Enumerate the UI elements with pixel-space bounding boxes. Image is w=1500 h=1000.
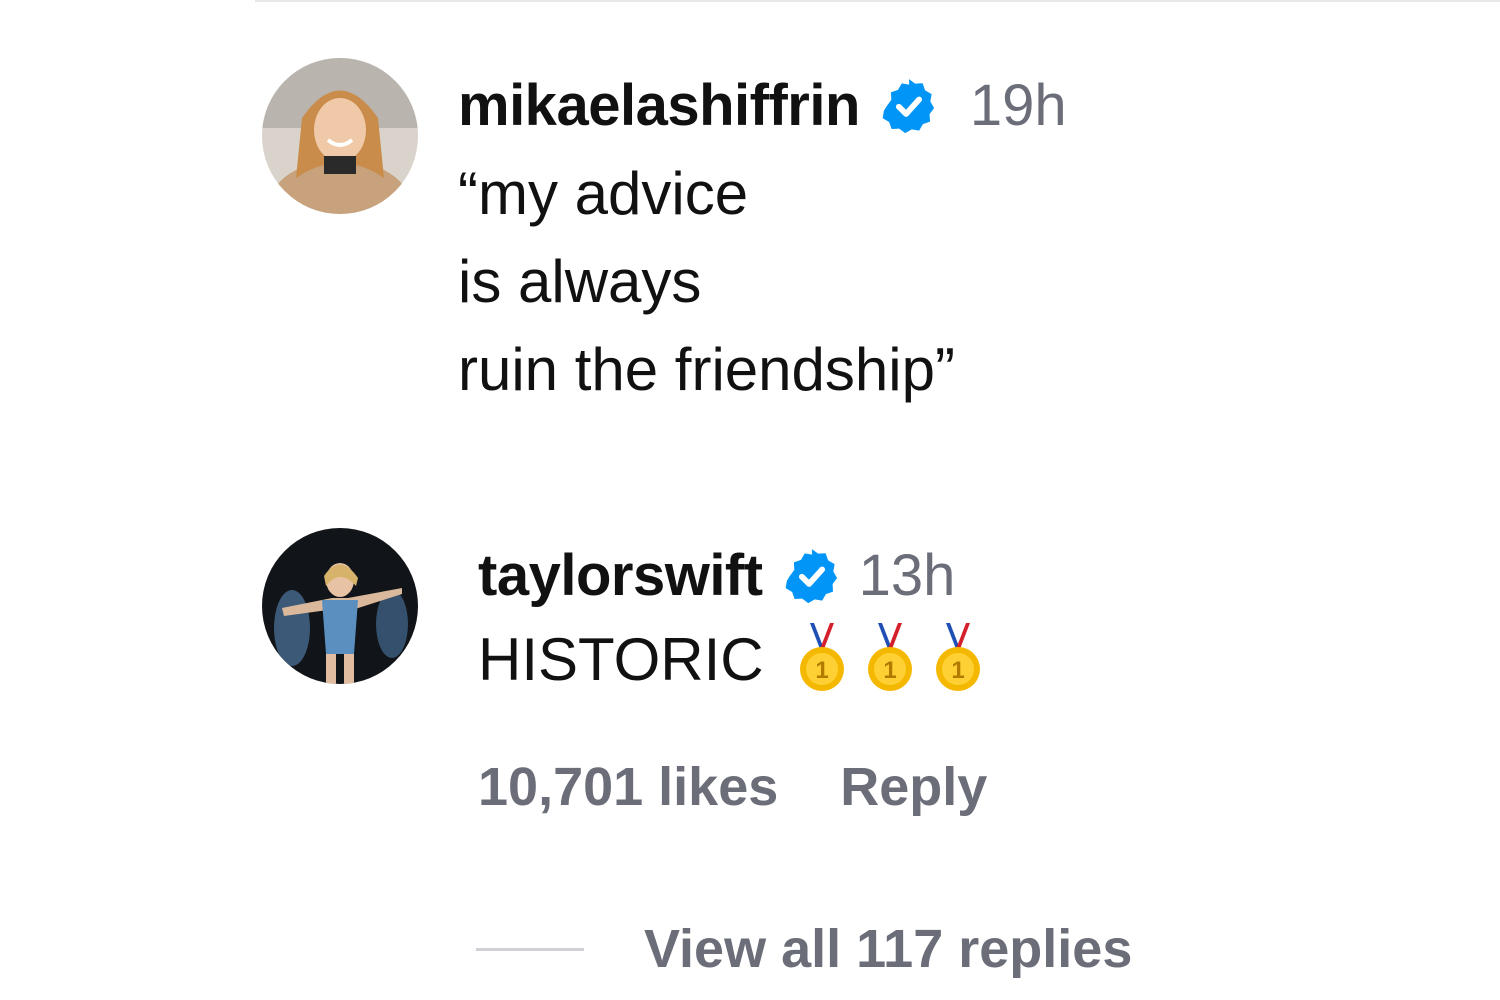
verified-badge-icon	[783, 547, 841, 605]
gold-medal-icon: 1	[935, 623, 980, 692]
avatar-taylorswift[interactable]	[262, 528, 418, 684]
view-replies-label: View all 117 replies	[644, 919, 1133, 979]
comment-text-line: ruin the friendship”	[458, 336, 955, 403]
gold-medal-icon: 1	[867, 623, 912, 692]
verified-badge-icon	[880, 77, 938, 135]
view-replies-button[interactable]: View all 117 replies	[476, 918, 1132, 980]
top-divider	[255, 0, 1500, 2]
likes-count[interactable]: 10,701 likes	[478, 756, 778, 818]
gold-medal-icon: 1	[799, 623, 844, 692]
svg-text:1: 1	[883, 657, 896, 684]
svg-text:1: 1	[815, 657, 828, 684]
comment-text-line: “my advice	[458, 160, 749, 227]
comment-username[interactable]: taylorswift	[478, 542, 763, 609]
medal-emojis: 1 1 1	[796, 623, 1000, 693]
comment-timestamp: 13h	[858, 543, 956, 608]
avatar-mikaelashiffrin[interactable]	[262, 58, 418, 214]
replies-divider-line	[476, 947, 584, 951]
comment-username[interactable]: mikaelashiffrin	[458, 72, 860, 139]
comment-text-line: is always	[458, 248, 702, 315]
comment-timestamp: 19h	[969, 73, 1067, 138]
svg-text:1: 1	[951, 657, 964, 684]
reply-button[interactable]: Reply	[840, 756, 987, 818]
comment-text: HISTORIC	[478, 626, 764, 693]
